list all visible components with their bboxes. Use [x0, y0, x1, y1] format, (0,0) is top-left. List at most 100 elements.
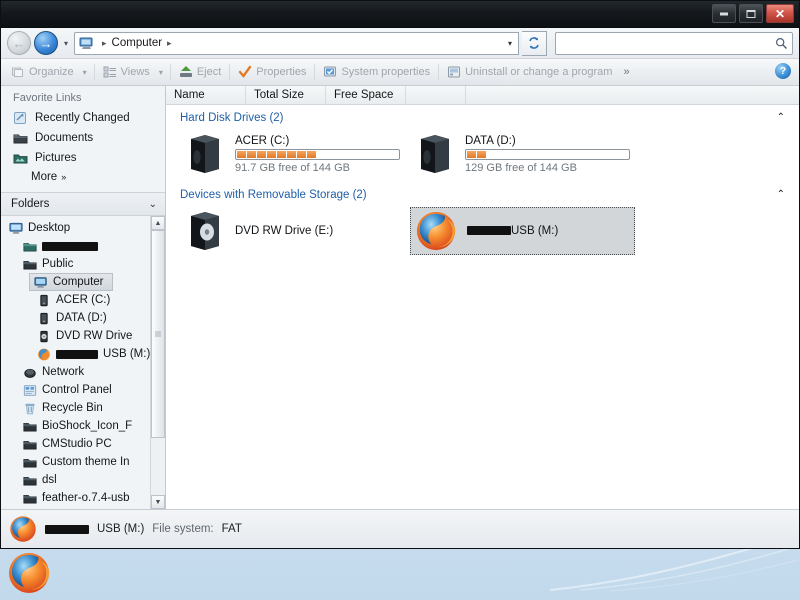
redaction-bar — [56, 349, 98, 359]
tree-item-custom-theme-in[interactable]: Custom theme In — [1, 453, 151, 471]
redaction-bar — [42, 241, 98, 251]
scrollbar-track[interactable] — [151, 230, 165, 495]
tree-item-usb-m[interactable]: USB (M:) — [1, 345, 151, 363]
tree-item-cmstudio-pc[interactable]: CMStudio PC — [1, 435, 151, 453]
breadcrumb-item-computer[interactable]: Computer — [112, 37, 163, 49]
tree-item-dsl[interactable]: dsl — [1, 471, 151, 489]
computer-icon — [34, 276, 47, 288]
refresh-icon — [529, 37, 539, 49]
search-box[interactable] — [555, 31, 793, 55]
tree-item-label: ACER (C:) — [56, 294, 111, 306]
refresh-button[interactable] — [522, 30, 547, 56]
tree-item-control-panel[interactable]: Control Panel — [1, 381, 151, 399]
drive-tile[interactable]: ACER (C:) 91.7 GB free of 144 GB — [180, 130, 405, 178]
tree-item-acer-c[interactable]: ACER (C:) — [1, 291, 151, 309]
capacity-segment — [297, 150, 306, 158]
chevron-up-icon[interactable]: ⌃ — [777, 112, 785, 123]
folders-header[interactable]: Folders ⌄ — [1, 192, 165, 216]
tree-item-ggg[interactable]: ggg — [1, 507, 151, 509]
organize-button[interactable]: Organize — [6, 62, 79, 82]
tree-item-recycle-bin[interactable]: Recycle Bin — [1, 399, 151, 417]
eject-label: Eject — [196, 66, 222, 78]
drive-tile[interactable]: DVD RW Drive (E:) — [180, 207, 405, 255]
organize-caret-icon[interactable]: ▾ — [79, 68, 91, 77]
tree-item-label: BioShock_Icon_F — [42, 420, 133, 432]
chevron-up-icon[interactable]: ⌃ — [777, 189, 785, 200]
toolbar-separator-3 — [229, 64, 231, 80]
tree-item-data-d[interactable]: DATA (D:) — [1, 309, 151, 327]
tree-item-public[interactable]: Public — [1, 255, 151, 273]
group-header[interactable]: Devices with Removable Storage (2) ⌃ — [166, 186, 799, 203]
sidebar-item-pictures[interactable]: Pictures — [1, 148, 165, 168]
toolbar-overflow-button[interactable]: » — [617, 66, 635, 78]
views-button[interactable]: Views — [98, 62, 155, 82]
system-properties-icon — [324, 66, 337, 77]
favorite-links-title: Favorite Links — [13, 92, 82, 104]
maximize-button[interactable] — [739, 4, 763, 23]
drive-tile[interactable]: USB (M:) — [410, 207, 635, 255]
history-dropdown-button[interactable]: ▾ — [61, 39, 71, 48]
drive-name: DATA (D:) — [465, 134, 516, 147]
taskbar-firefox-icon[interactable] — [7, 551, 51, 595]
tree-item-dvd-rw-drive[interactable]: DVD RW Drive — [1, 327, 151, 345]
uninstall-program-button[interactable]: Uninstall or change a program — [442, 62, 617, 82]
scroll-down-button[interactable]: ▼ — [151, 495, 165, 509]
sidebar-item-documents[interactable]: Documents — [1, 128, 165, 148]
tree-item-desktop[interactable]: Desktop — [1, 219, 151, 237]
status-drive-name: USB (M:) — [97, 523, 145, 535]
group-header[interactable]: Hard Disk Drives (2) ⌃ — [166, 109, 799, 126]
properties-button[interactable]: Properties — [233, 62, 311, 82]
scroll-up-button[interactable]: ▲ — [151, 216, 165, 230]
window-body: Favorite Links Recently Changed Document… — [1, 86, 799, 509]
column-header-name[interactable]: Name — [166, 86, 246, 104]
uninstall-icon — [448, 66, 461, 78]
search-icon — [775, 37, 787, 49]
tree-item-computer[interactable]: Computer — [29, 273, 113, 291]
breadcrumb-separator-trailing[interactable]: ▸ — [167, 38, 172, 49]
breadcrumb-dropdown-icon[interactable]: ▾ — [508, 39, 514, 48]
help-button[interactable]: ? — [775, 63, 791, 79]
sidebar-item-recently-changed[interactable]: Recently Changed — [1, 108, 165, 128]
breadcrumb[interactable]: ▸ Computer ▸ ▾ — [74, 31, 519, 55]
drive-name: ACER (C:) — [235, 134, 290, 147]
tree-item-label: DVD RW Drive — [56, 330, 133, 342]
capacity-segment — [287, 150, 296, 158]
eject-icon — [179, 66, 192, 77]
views-caret-icon[interactable]: ▾ — [155, 68, 167, 77]
tree-item-label: Computer — [53, 276, 104, 288]
back-button[interactable]: ← — [7, 31, 31, 55]
sidebar-label-documents: Documents — [35, 132, 94, 144]
tree-item-network[interactable]: Network — [1, 363, 151, 381]
drive-tile[interactable]: DATA (D:) 129 GB free of 144 GB — [410, 130, 635, 178]
free-space-text: 129 GB free of 144 GB — [465, 161, 577, 174]
tree-item-bioshock-icon-f[interactable]: BioShock_Icon_F — [1, 417, 151, 435]
explorer-window: ✕ ← → ▾ ▸ Computer ▸ ▾ Organize ▾ Views … — [0, 0, 800, 549]
folder-tree-scrollbar[interactable]: ▲ ▼ — [150, 216, 165, 509]
minimize-button[interactable] — [712, 4, 736, 23]
tree-item-label: feather-o.7.4-usb — [42, 492, 130, 504]
close-button[interactable]: ✕ — [766, 4, 794, 23]
eject-button[interactable]: Eject — [174, 62, 226, 82]
tree-item-redacted-user[interactable] — [1, 237, 151, 255]
drive-name-row: DVD RW Drive (E:) — [235, 225, 333, 237]
system-properties-button[interactable]: System properties — [318, 62, 435, 82]
scrollbar-thumb[interactable] — [151, 230, 165, 438]
capacity-segment — [257, 150, 266, 158]
forward-button[interactable]: → — [34, 31, 58, 55]
column-header-blank[interactable] — [406, 86, 466, 104]
chevron-down-icon: ⌄ — [148, 198, 157, 210]
hard-drive-icon — [40, 312, 48, 324]
search-input[interactable] — [560, 36, 775, 50]
capacity-segment — [267, 150, 276, 158]
toolbar-separator-2 — [169, 64, 171, 80]
column-header-free-space[interactable]: Free Space — [326, 86, 406, 104]
hard-drive-icon — [191, 135, 219, 173]
column-header-total-size[interactable]: Total Size — [246, 86, 326, 104]
tree-item-feather-o-7-4-usb[interactable]: feather-o.7.4-usb — [1, 489, 151, 507]
drive-name-row: USB (M:) — [467, 225, 558, 237]
hard-drive-icon — [421, 135, 449, 173]
folder-icon — [23, 458, 37, 467]
sidebar-item-more[interactable]: More» — [1, 168, 165, 188]
window-controls: ✕ — [712, 4, 794, 23]
toolbar-separator-1 — [93, 64, 95, 80]
